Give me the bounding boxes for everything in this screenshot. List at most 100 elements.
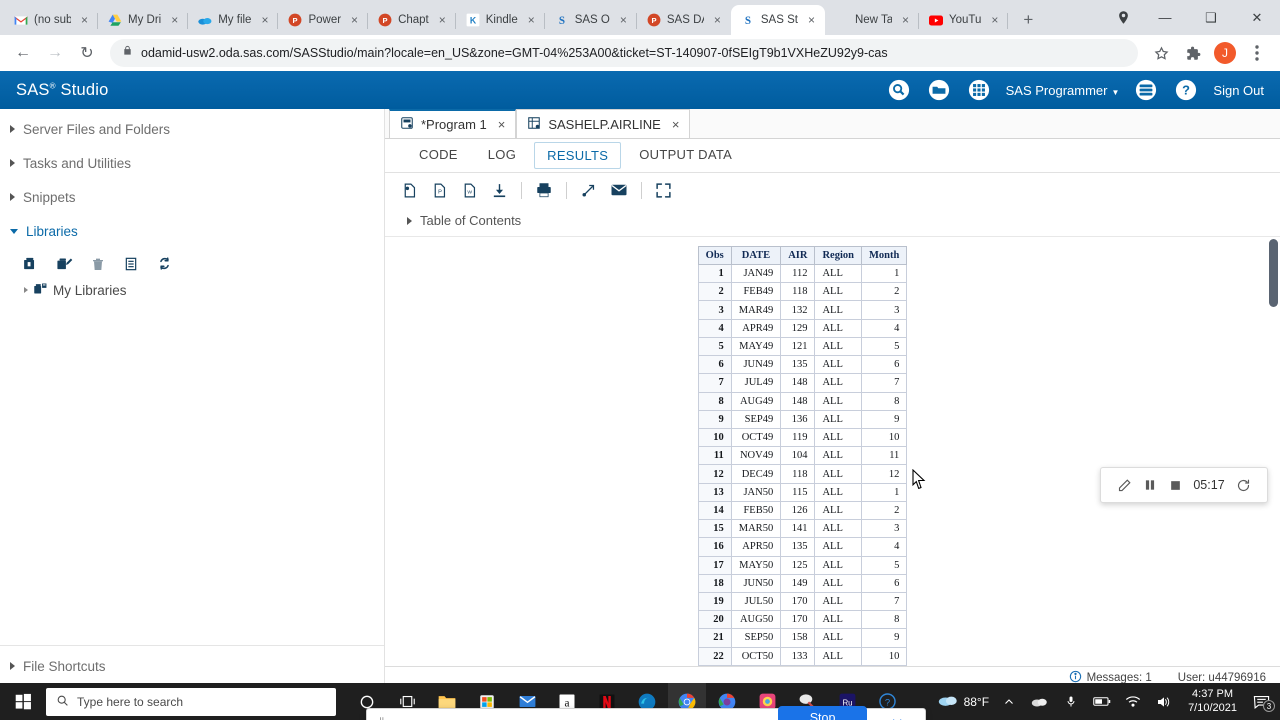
restart-icon[interactable] bbox=[1236, 478, 1251, 493]
print-icon[interactable] bbox=[535, 181, 553, 199]
browser-tab[interactable]: S SAS O × bbox=[545, 5, 638, 35]
download-icon[interactable] bbox=[491, 182, 508, 199]
share-link-icon[interactable] bbox=[580, 182, 597, 199]
sidebar-item-server-files-and-folders[interactable]: Server Files and Folders bbox=[0, 115, 384, 143]
browser-tab[interactable]: My Dri × bbox=[98, 5, 189, 35]
taskbar-clock[interactable]: 4:37 PM 7/10/2021 bbox=[1184, 688, 1241, 716]
browser-tab[interactable]: P Chapt × bbox=[368, 5, 456, 35]
open-pdf-icon[interactable]: P bbox=[431, 182, 448, 199]
browser-tab[interactable]: YouTu × bbox=[919, 5, 1009, 35]
tab-close-icon[interactable]: × bbox=[347, 13, 362, 28]
reload-button[interactable]: ↻ bbox=[72, 38, 102, 68]
tab-results[interactable]: RESULTS bbox=[534, 142, 622, 169]
tab-close-icon[interactable]: × bbox=[498, 117, 506, 132]
open-html-icon[interactable] bbox=[401, 182, 418, 199]
bookmark-star-icon[interactable] bbox=[1146, 38, 1176, 68]
table-cell-month: 1 bbox=[860, 482, 908, 502]
browser-tab[interactable]: (no sub × bbox=[4, 5, 98, 35]
tab-close-icon[interactable]: × bbox=[435, 13, 450, 28]
new-library-icon[interactable] bbox=[22, 255, 39, 272]
windows-start-icon[interactable] bbox=[0, 683, 46, 720]
options-grid-icon[interactable] bbox=[966, 77, 992, 103]
browser-tab[interactable]: New Tab × bbox=[825, 5, 919, 35]
weather-widget[interactable]: 88°F bbox=[938, 693, 989, 710]
profile-avatar[interactable]: J bbox=[1214, 42, 1236, 64]
browser-tab[interactable]: S SAS St × bbox=[730, 5, 825, 35]
new-tab-button[interactable]: + bbox=[1014, 6, 1042, 34]
stop-sharing-button[interactable]: Stop sharing bbox=[777, 705, 868, 720]
library-properties-icon[interactable] bbox=[123, 256, 139, 272]
server-icon[interactable] bbox=[1133, 77, 1159, 103]
edit-library-icon[interactable] bbox=[56, 255, 73, 272]
close-window-button[interactable]: ✕ bbox=[1234, 0, 1280, 35]
pen-icon[interactable] bbox=[1117, 478, 1132, 493]
pause-icon[interactable] bbox=[1143, 478, 1157, 492]
table-of-contents-toggle[interactable]: Table of Contents bbox=[385, 207, 1280, 236]
open-word-icon[interactable]: W bbox=[461, 182, 478, 199]
browser-tab[interactable]: P SAS DA × bbox=[637, 5, 731, 35]
chrome-menu-icon[interactable] bbox=[1242, 38, 1272, 68]
role-selector[interactable]: SAS Programmer ▼ bbox=[1006, 83, 1120, 98]
email-icon[interactable] bbox=[610, 181, 628, 199]
tab-close-icon[interactable]: × bbox=[672, 117, 680, 132]
minimize-button[interactable]: — bbox=[1142, 0, 1188, 35]
help-icon[interactable]: ? bbox=[1173, 77, 1199, 103]
sas-body: Server Files and Folders Tasks and Utilit… bbox=[0, 109, 1280, 688]
microphone-icon[interactable] bbox=[1060, 694, 1082, 709]
browser-tab[interactable]: P Power × bbox=[278, 5, 368, 35]
volume-icon[interactable] bbox=[1153, 695, 1175, 709]
wifi-icon[interactable] bbox=[1122, 695, 1144, 708]
search-icon[interactable] bbox=[886, 77, 912, 103]
stop-icon[interactable] bbox=[1169, 479, 1182, 492]
table-cell-date: AUG50 bbox=[730, 610, 782, 630]
tree-item-my-libraries[interactable]: My Libraries bbox=[0, 278, 384, 302]
browser-tab-label: YouTu bbox=[948, 14, 982, 26]
tab-close-icon[interactable]: × bbox=[524, 13, 539, 28]
delete-library-icon[interactable] bbox=[90, 256, 106, 272]
program-tab[interactable]: SASHELP.AIRLINE × bbox=[516, 109, 691, 138]
tab-close-icon[interactable]: × bbox=[987, 13, 1002, 28]
sas-studio-app: SAS® Studio SAS Programmer▼ ? Sign Out bbox=[0, 71, 1280, 720]
address-bar[interactable]: odamid-usw2.oda.sas.com/SASStudio/main?l… bbox=[110, 39, 1138, 67]
browser-tab[interactable]: My file × bbox=[188, 5, 279, 35]
program-tab[interactable]: *Program 1 × bbox=[389, 109, 517, 138]
tab-close-icon[interactable]: × bbox=[616, 13, 631, 28]
battery-icon[interactable] bbox=[1091, 696, 1113, 707]
tab-close-icon[interactable]: × bbox=[167, 13, 182, 28]
maximize-button[interactable]: ❑ bbox=[1188, 0, 1234, 35]
tab-close-icon[interactable]: × bbox=[804, 13, 819, 28]
sidebar-item-snippets[interactable]: Snippets bbox=[0, 183, 384, 211]
tab-close-icon[interactable]: × bbox=[710, 13, 725, 28]
tab-close-icon[interactable]: × bbox=[77, 13, 92, 28]
table-cell-obs: 20 bbox=[697, 610, 732, 630]
sidebar-item-libraries[interactable]: Libraries bbox=[0, 217, 384, 245]
refresh-icon[interactable] bbox=[156, 255, 173, 272]
table-cell-air: 118 bbox=[780, 282, 816, 302]
window-controls: — ❑ ✕ bbox=[1104, 0, 1280, 35]
sidebar-item-tasks-and-utilities[interactable]: Tasks and Utilities bbox=[0, 149, 384, 177]
tab-close-icon[interactable]: × bbox=[898, 13, 913, 28]
browser-tab[interactable]: K Kindle × bbox=[456, 5, 545, 35]
forward-button[interactable]: → bbox=[40, 38, 70, 68]
tab-log[interactable]: LOG bbox=[476, 142, 528, 169]
extensions-icon[interactable] bbox=[1178, 38, 1208, 68]
back-button[interactable]: ← bbox=[8, 38, 38, 68]
tab-code[interactable]: CODE bbox=[407, 142, 470, 169]
profile-pin-icon[interactable] bbox=[1104, 0, 1142, 35]
tab-close-icon[interactable]: × bbox=[257, 13, 272, 28]
action-center-icon[interactable]: 3 bbox=[1250, 694, 1275, 712]
table-cell-region: ALL bbox=[814, 464, 862, 484]
taskbar-search-input[interactable]: Type here to search bbox=[46, 687, 336, 716]
tab-output-data[interactable]: OUTPUT DATA bbox=[627, 142, 744, 169]
scrollbar-thumb[interactable] bbox=[1269, 239, 1278, 307]
svg-text:W: W bbox=[467, 189, 472, 195]
results-scrollbar[interactable] bbox=[1269, 239, 1278, 664]
folder-open-icon[interactable] bbox=[926, 77, 952, 103]
sidebar-item-file-shortcuts[interactable]: File Shortcuts bbox=[0, 652, 384, 680]
show-hidden-icons-chevron[interactable] bbox=[998, 696, 1020, 708]
maximize-view-icon[interactable] bbox=[655, 182, 672, 199]
table-cell-region: ALL bbox=[814, 427, 862, 448]
onedrive-cloud-icon[interactable] bbox=[1029, 695, 1051, 708]
google-drive-icon bbox=[108, 13, 122, 27]
sign-out-button[interactable]: Sign Out bbox=[1213, 83, 1264, 98]
